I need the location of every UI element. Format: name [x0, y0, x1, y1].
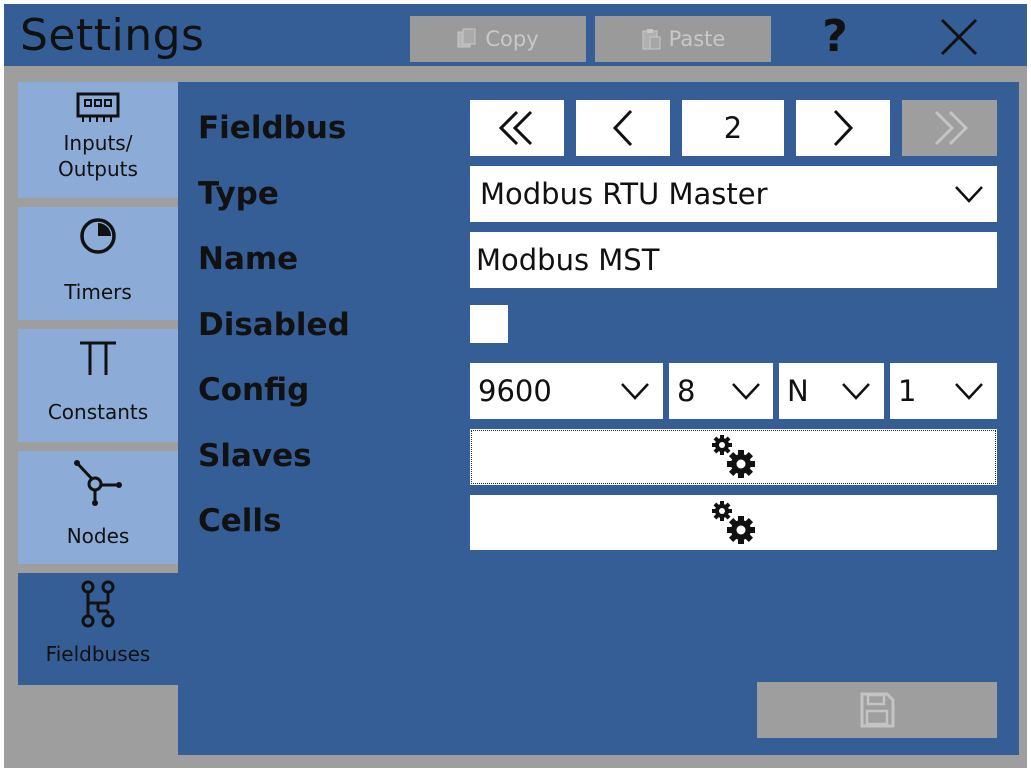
chevron-down-icon — [842, 383, 870, 400]
fieldbus-label: Fieldbus — [198, 110, 347, 146]
chevron-down-icon — [955, 383, 983, 400]
type-select[interactable]: Modbus RTU Master — [470, 166, 997, 222]
sidebar-item-constants[interactable]: Constants — [18, 329, 178, 442]
double-chevron-right-icon — [934, 110, 968, 146]
previous-button[interactable] — [576, 100, 670, 156]
chevron-down-icon — [732, 383, 760, 400]
data-bits-value: 8 — [677, 374, 696, 408]
slaves-settings-button[interactable] — [470, 429, 997, 485]
sidebar-item-label: Fieldbuses — [45, 642, 151, 666]
name-label: Name — [198, 241, 299, 277]
cells-label: Cells — [198, 503, 282, 539]
chevron-right-icon — [833, 109, 854, 147]
timer-icon — [80, 218, 116, 254]
copy-label: Copy — [485, 27, 539, 51]
disabled-label: Disabled — [198, 307, 350, 343]
help-button[interactable]: ? — [810, 14, 860, 60]
parity-select[interactable]: N — [779, 363, 884, 419]
chevron-down-icon — [621, 383, 649, 400]
fieldbus-index-field[interactable]: 2 — [682, 100, 784, 156]
sidebar-item-inputs-outputs[interactable]: Inputs/ Outputs — [18, 82, 178, 198]
last-button[interactable] — [902, 100, 997, 156]
page-title: Settings — [20, 10, 205, 61]
save-button[interactable] — [757, 682, 997, 738]
slaves-label: Slaves — [198, 438, 312, 474]
sidebar-item-label: Inputs/ — [63, 131, 133, 155]
paste-button[interactable]: Paste — [595, 16, 771, 62]
parity-value: N — [787, 374, 809, 408]
chevron-down-icon — [955, 186, 983, 203]
sidebar-item-label: Outputs — [58, 157, 138, 181]
chevron-left-icon — [612, 109, 633, 147]
sidebar-item-label: Constants — [47, 400, 149, 424]
name-input-value: Modbus MST — [476, 243, 660, 277]
next-button[interactable] — [796, 100, 890, 156]
gears-icon — [711, 435, 755, 478]
disabled-checkbox[interactable] — [470, 305, 508, 343]
baud-rate-value: 9600 — [478, 374, 552, 408]
config-label: Config — [198, 372, 310, 408]
sidebar-item-label: Nodes — [66, 524, 130, 548]
first-button[interactable] — [470, 100, 564, 156]
double-chevron-left-icon — [498, 110, 533, 146]
data-bits-select[interactable]: 8 — [669, 363, 773, 419]
io-module-icon — [76, 92, 120, 122]
name-input[interactable]: Modbus MST — [470, 232, 997, 288]
paste-icon — [642, 29, 661, 50]
cells-settings-button[interactable] — [470, 495, 997, 550]
pi-constant-icon — [80, 341, 116, 375]
sidebar-item-nodes[interactable]: Nodes — [18, 451, 178, 564]
type-select-value: Modbus RTU Master — [480, 177, 768, 211]
close-icon — [940, 18, 978, 56]
stop-bits-select[interactable]: 1 — [890, 363, 997, 419]
fieldbus-icon — [81, 580, 115, 628]
node-icon — [74, 460, 122, 506]
sidebar-item-label: Timers — [64, 280, 132, 304]
stop-bits-value: 1 — [898, 374, 917, 408]
sidebar-item-timers[interactable]: Timers — [18, 207, 178, 320]
baud-rate-select[interactable]: 9600 — [470, 363, 663, 419]
save-floppy-icon — [860, 692, 895, 728]
gears-icon — [711, 500, 755, 544]
sidebar-item-fieldbuses[interactable]: Fieldbuses — [18, 573, 178, 685]
close-button[interactable] — [934, 14, 984, 60]
copy-button[interactable]: Copy — [410, 16, 586, 62]
title-bar: Settings Copy Paste ? — [4, 4, 1027, 66]
type-label: Type — [198, 176, 279, 212]
copy-icon — [457, 28, 476, 48]
paste-label: Paste — [668, 27, 726, 51]
